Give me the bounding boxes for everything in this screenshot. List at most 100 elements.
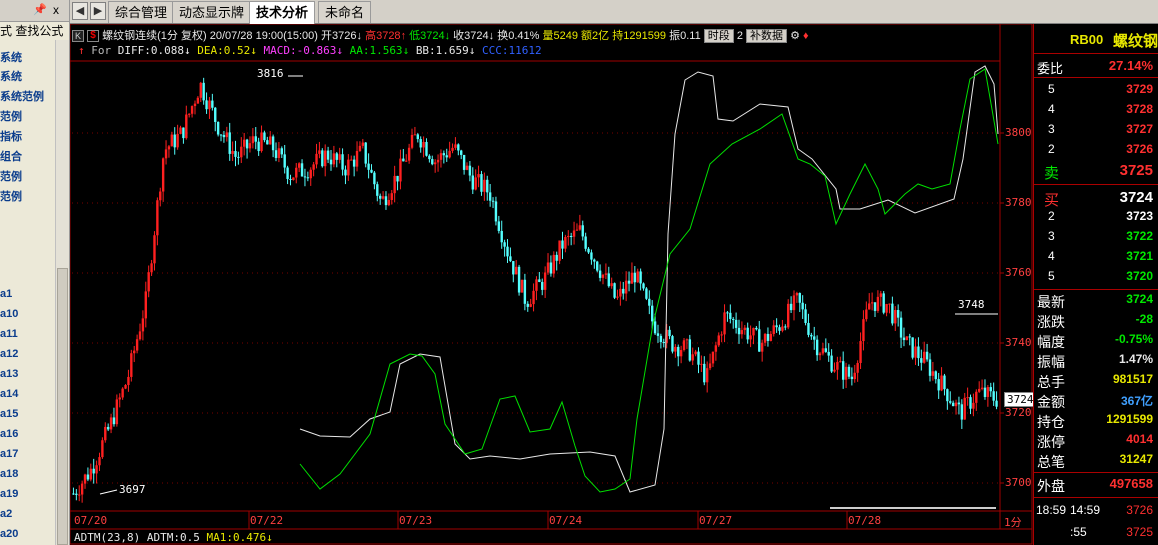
formula-list-item[interactable]: 指标 bbox=[0, 128, 22, 144]
formula-list-item[interactable]: a11 bbox=[0, 328, 18, 340]
candle-body bbox=[396, 175, 399, 182]
candle-body bbox=[717, 335, 720, 346]
candle-body bbox=[957, 402, 961, 405]
candle-body bbox=[619, 288, 622, 297]
tab-next-icon[interactable]: ▶ bbox=[90, 2, 106, 20]
candle-body bbox=[130, 353, 133, 377]
tab-technical-analysis[interactable]: 技术分析 bbox=[249, 1, 316, 24]
candle-body bbox=[714, 345, 718, 352]
formula-list-item[interactable]: a17 bbox=[0, 448, 18, 460]
candle-body bbox=[567, 235, 570, 238]
candle-body bbox=[289, 178, 292, 180]
candle-body bbox=[315, 153, 318, 165]
candle-body bbox=[506, 246, 509, 257]
formula-list-item[interactable]: 范例 bbox=[0, 188, 22, 204]
tab-overview[interactable]: 综合管理 bbox=[108, 1, 175, 23]
formula-list-item[interactable]: a14 bbox=[0, 388, 18, 400]
ask-price: 3727 bbox=[1126, 122, 1153, 136]
formula-list-item[interactable]: a19 bbox=[0, 488, 18, 500]
macd-value: MACD:-0.863 bbox=[263, 44, 337, 57]
candle-body bbox=[150, 263, 153, 273]
low-marker-label: 3697 bbox=[119, 483, 146, 496]
bid-row[interactable]: 5 3720 bbox=[1034, 267, 1158, 287]
high-marker-label: 3816 bbox=[257, 67, 284, 80]
candle-body bbox=[920, 358, 923, 363]
candle-body bbox=[813, 336, 816, 340]
kline-toggle-button[interactable]: K bbox=[72, 30, 84, 43]
bid-row[interactable]: 2 3723 bbox=[1034, 207, 1158, 227]
candle-body bbox=[309, 169, 312, 179]
candle-body bbox=[135, 339, 139, 351]
candle-body bbox=[257, 141, 260, 152]
formula-list-item[interactable]: 组合 bbox=[0, 148, 22, 164]
candle-body bbox=[758, 329, 761, 352]
formula-list-item[interactable]: a12 bbox=[0, 348, 18, 360]
formula-list-item[interactable]: 系统范例 bbox=[0, 88, 44, 104]
candle-body bbox=[894, 310, 897, 324]
stat-label: 总手 bbox=[1037, 374, 1065, 390]
formula-list-item[interactable]: a1 bbox=[0, 288, 12, 300]
formula-search-bar[interactable]: 式 查找公式 bbox=[0, 22, 69, 40]
formula-list-item[interactable]: a13 bbox=[0, 368, 18, 380]
candle-body bbox=[931, 371, 935, 376]
candle-body bbox=[199, 82, 202, 98]
formula-list-item[interactable]: 系统 bbox=[0, 68, 22, 84]
tick-time: 18:59 bbox=[1036, 503, 1067, 517]
formula-list-item[interactable]: a2 bbox=[0, 508, 12, 520]
formula-list-item[interactable]: 范例 bbox=[0, 108, 22, 124]
tab-untitled[interactable]: 未命名 bbox=[318, 1, 372, 23]
candle-body bbox=[949, 401, 952, 403]
tab-dynamic-board[interactable]: 动态显示牌 bbox=[172, 1, 252, 23]
warning-icon[interactable]: ♦ bbox=[803, 30, 809, 42]
bid-row[interactable]: 4 3721 bbox=[1034, 247, 1158, 267]
candle-body bbox=[977, 388, 981, 392]
scrollbar-thumb[interactable] bbox=[57, 268, 68, 545]
ask-row[interactable]: 2 3726 bbox=[1034, 140, 1158, 160]
turnover-value: 换0.41% bbox=[497, 30, 540, 42]
candle-body bbox=[517, 266, 521, 293]
formula-list-item[interactable]: a18 bbox=[0, 468, 18, 480]
candle-body bbox=[627, 280, 631, 284]
outer-volume-row: 外盘 497658 bbox=[1034, 474, 1158, 494]
candle-body bbox=[923, 351, 926, 363]
formula-list-item[interactable]: a10 bbox=[0, 308, 18, 320]
supplement-data-button[interactable]: 补数据 bbox=[746, 29, 788, 43]
close-icon[interactable]: x bbox=[53, 3, 59, 17]
candle-body bbox=[182, 127, 185, 139]
ask-row[interactable]: 卖 3725 bbox=[1034, 160, 1158, 182]
candle-body bbox=[630, 272, 634, 284]
ask-row[interactable]: 4 3728 bbox=[1034, 100, 1158, 120]
candle-body bbox=[645, 288, 648, 299]
formula-list-item[interactable]: a20 bbox=[0, 528, 18, 540]
kline-chart[interactable] bbox=[70, 24, 1033, 545]
candle-body bbox=[413, 134, 417, 136]
candle-body bbox=[442, 153, 446, 156]
pin-icon[interactable]: 📌 bbox=[33, 3, 47, 16]
ask-price: 3728 bbox=[1126, 102, 1153, 116]
candle-body bbox=[260, 132, 263, 152]
formula-list-item[interactable]: a15 bbox=[0, 408, 18, 420]
gear-icon[interactable]: ⚙ bbox=[790, 30, 800, 42]
dollar-icon[interactable]: $ bbox=[87, 30, 100, 43]
candle-body bbox=[992, 391, 995, 401]
tick-second: :55 bbox=[1070, 525, 1087, 539]
high-value: 高3728 bbox=[365, 30, 401, 42]
bid-row[interactable]: 3 3722 bbox=[1034, 227, 1158, 247]
formula-list-item[interactable]: 范例 bbox=[0, 168, 22, 184]
candle-body bbox=[743, 327, 746, 331]
bid-row[interactable]: 买 3724 bbox=[1034, 187, 1158, 209]
candle-body bbox=[416, 134, 420, 140]
formula-list-item[interactable]: 系统 bbox=[0, 49, 22, 65]
ask-row[interactable]: 3 3727 bbox=[1034, 120, 1158, 140]
candle-body bbox=[248, 143, 252, 149]
period-label[interactable]: 1分 bbox=[1004, 514, 1022, 530]
ask-row[interactable]: 5 3729 bbox=[1034, 80, 1158, 100]
candle-body bbox=[219, 134, 223, 136]
chart-area[interactable]: K $ 螺纹钢连续(1分 复权) 20/07/28 19:00(15:00) 开… bbox=[70, 24, 1037, 545]
formula-list-item[interactable]: a16 bbox=[0, 428, 18, 440]
tab-prev-icon[interactable]: ◀ bbox=[72, 2, 88, 20]
candle-body bbox=[376, 184, 379, 196]
period-button[interactable]: 时段 bbox=[703, 29, 734, 43]
candle-body bbox=[410, 134, 414, 148]
formula-panel-scrollbar[interactable] bbox=[55, 40, 69, 545]
